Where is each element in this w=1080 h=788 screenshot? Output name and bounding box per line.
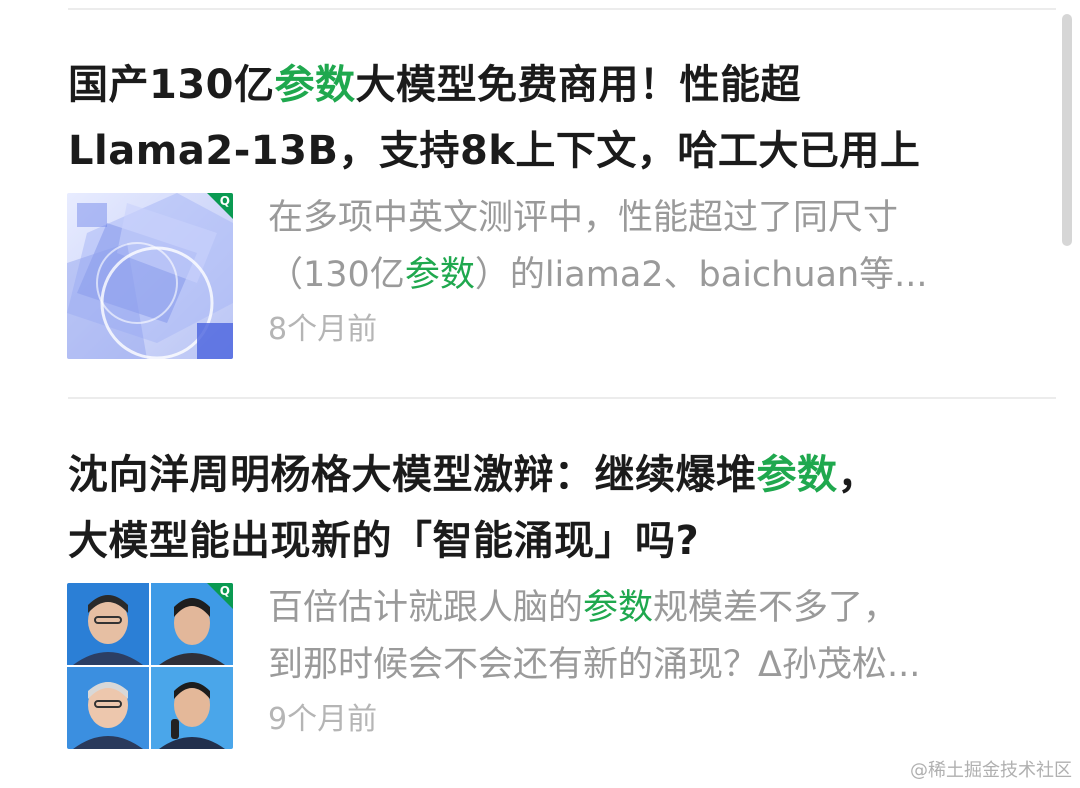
abstract-blue-geometric-image [67, 193, 233, 359]
article-thumbnail[interactable]: Q [67, 583, 233, 749]
scrollbar[interactable] [1062, 14, 1072, 246]
snippet-text: ）的liama2、baichuan等... [474, 255, 928, 295]
search-icon: Q [219, 194, 230, 208]
article-time: 9个月前 [268, 702, 378, 737]
snippet-text: 到那时候会不会还有新的涌现？Δ孙茂松... [268, 645, 921, 685]
title-text: 沈向洋周明杨格大模型激辩：继续爆堆 [68, 452, 757, 498]
snippet-keyword-highlight: 参数 [404, 255, 475, 295]
title-text: Llama2-13B，支持8k上下文，哈工大已用上 [68, 128, 921, 174]
snippet-keyword-highlight: 参数 [583, 588, 654, 628]
snippet-text: 在多项中英文测评中，性能超过了同尺寸 [268, 198, 899, 238]
article-thumbnail[interactable]: Q [67, 193, 233, 359]
snippet-text: （130亿 [268, 255, 405, 295]
title-text: 国产130亿 [68, 62, 275, 108]
snippet-text: 规模差不多了， [653, 588, 899, 628]
four-speakers-portrait-grid [67, 583, 233, 749]
top-divider [68, 8, 1056, 10]
article-card-1[interactable]: 国产130亿参数大模型免费商用！性能超 Llama2-13B，支持8k上下文，哈… [0, 42, 1056, 382]
article-card-2[interactable]: 沈向洋周明杨格大模型激辩：继续爆堆参数， 大模型能出现新的「智能涌现」吗? Q … [0, 432, 1056, 772]
snippet-text: 百倍估计就跟人脑的 [268, 588, 584, 628]
divider [68, 397, 1056, 399]
title-text: 大模型免费商用！性能超 [355, 62, 801, 108]
title-keyword-highlight: 参数 [274, 62, 356, 108]
article-snippet: 在多项中英文测评中，性能超过了同尺寸 （130亿参数）的liama2、baich… [268, 190, 1028, 304]
title-keyword-highlight: 参数 [756, 452, 838, 498]
article-title[interactable]: 沈向洋周明杨格大模型激辩：继续爆堆参数， 大模型能出现新的「智能涌现」吗? [68, 442, 1028, 574]
title-text: 大模型能出现新的「智能涌现」吗? [68, 518, 700, 564]
article-snippet: 百倍估计就跟人脑的参数规模差不多了， 到那时候会不会还有新的涌现？Δ孙茂松... [268, 580, 1028, 694]
search-icon: Q [219, 584, 230, 598]
article-time: 8个月前 [268, 312, 378, 347]
title-text: ， [837, 452, 878, 498]
watermark: @稀土掘金技术社区 [910, 760, 1072, 781]
article-title[interactable]: 国产130亿参数大模型免费商用！性能超 Llama2-13B，支持8k上下文，哈… [68, 52, 1028, 184]
